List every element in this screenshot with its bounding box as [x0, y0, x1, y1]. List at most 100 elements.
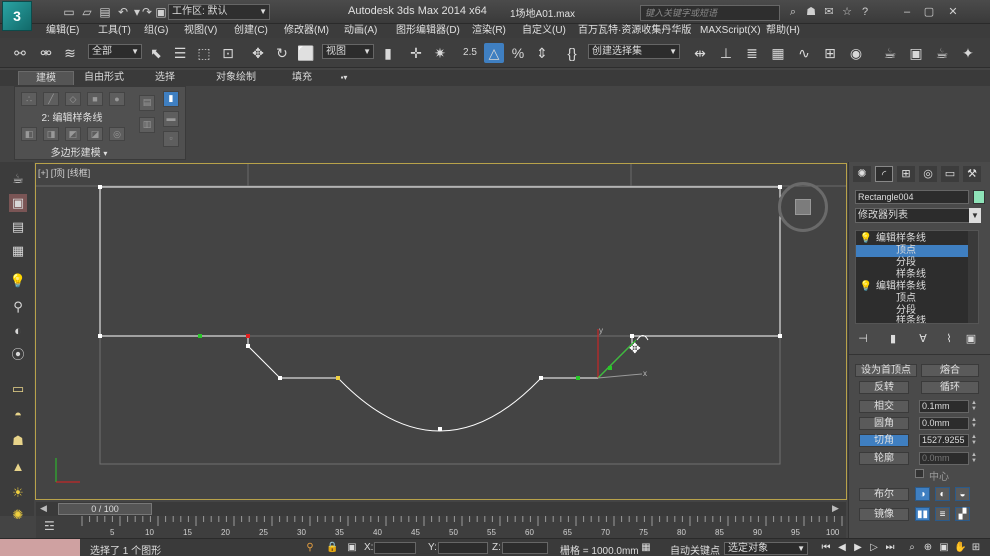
stack-item-vertex-2[interactable]: 顶点: [856, 293, 968, 305]
spinner-arrows-icon[interactable]: ▲ ▼: [970, 452, 978, 465]
boolean-subtract-icon[interactable]: ◐: [935, 487, 950, 501]
track-bar[interactable]: ☲ 5 10 15 20 25 30 35 40 45 50 55 60 65 …: [36, 516, 846, 538]
teapot-primitive-icon[interactable]: ☗: [9, 432, 27, 450]
ribbon-side-icon-2[interactable]: ▮: [163, 91, 179, 107]
binoculars-icon[interactable]: ⌕: [786, 5, 800, 19]
maximize-viewport-icon[interactable]: ⊞: [970, 541, 982, 555]
schematic-view-icon[interactable]: ⊞: [820, 43, 840, 63]
angle-snap-icon[interactable]: △: [484, 43, 504, 63]
align-icon[interactable]: ⊥: [716, 43, 736, 63]
outline-value[interactable]: 0.0mm: [919, 452, 969, 465]
motion-tab-icon[interactable]: ◎: [919, 166, 937, 182]
stack-item-vertex[interactable]: 顶点: [856, 245, 968, 257]
menu-edit[interactable]: 编辑(E): [46, 24, 79, 38]
open-file-icon[interactable]: ▱: [80, 5, 94, 19]
x-coordinate-field[interactable]: [374, 542, 416, 554]
menu-animation[interactable]: 动画(A): [344, 24, 377, 38]
stack-item-spline-2[interactable]: 样条线: [856, 315, 968, 323]
prev-frame-icon[interactable]: ◀: [40, 503, 47, 514]
ribbon-side-icon-4[interactable]: ▬: [163, 111, 179, 127]
hierarchy-tab-icon[interactable]: ⊞: [897, 166, 915, 182]
mirror-horizontal-icon[interactable]: ▮▮: [915, 507, 930, 521]
box-icon[interactable]: ▭: [9, 380, 27, 398]
video-camera-icon[interactable]: ⦿: [9, 346, 27, 364]
auto-key-label[interactable]: 自动关键点: [670, 542, 720, 556]
zoom-extents-icon[interactable]: ▣: [938, 541, 950, 555]
viewcube[interactable]: [778, 182, 828, 232]
render-setup-icon[interactable]: ☕: [880, 43, 900, 63]
absolute-mode-icon[interactable]: ▣: [346, 541, 358, 555]
boolean-button[interactable]: 布尔: [859, 488, 909, 501]
selection-filter-dropdown[interactable]: 全部 ▼: [88, 44, 142, 59]
render-iterative-icon[interactable]: ✦: [958, 43, 978, 63]
search-input[interactable]: 键入关键字或短语: [640, 5, 780, 21]
play-icon[interactable]: ▶: [852, 541, 864, 555]
vertex-handle[interactable]: [576, 376, 580, 380]
window-crossing-icon[interactable]: ⊡: [218, 43, 238, 63]
ring-icon[interactable]: ◪: [87, 127, 103, 141]
time-slider-handle[interactable]: 0 / 100: [58, 503, 152, 515]
utilities-tab-icon[interactable]: ⚒: [963, 166, 981, 182]
vertex-selected[interactable]: [246, 334, 250, 338]
container-icon[interactable]: ▦: [9, 242, 27, 260]
menu-plugin[interactable]: 百万瓦特·资源收集丹华版: [578, 24, 691, 38]
tab-modeling[interactable]: 建模: [18, 71, 74, 85]
rectangle-selection-icon[interactable]: ⬚: [194, 43, 214, 63]
maxscript-listener[interactable]: [0, 539, 80, 556]
tab-freeform[interactable]: 自由形式: [76, 71, 132, 85]
fillet-value[interactable]: 0.0mm: [919, 417, 969, 430]
vertex[interactable]: [246, 344, 250, 348]
spline-profile[interactable]: [100, 335, 780, 432]
vertex-handle[interactable]: [198, 334, 202, 338]
menu-rendering[interactable]: 渲染(R): [472, 24, 506, 38]
key-filter-dropdown[interactable]: 选定对象 ▼: [724, 542, 808, 555]
y-coordinate-field[interactable]: [438, 542, 488, 554]
teapot-icon[interactable]: ☕: [9, 170, 27, 188]
mirror-both-icon[interactable]: ▞: [955, 507, 970, 521]
fuse-button[interactable]: 熔合: [921, 364, 979, 377]
remove-modifier-icon[interactable]: ⌇: [941, 332, 957, 346]
redo-icon[interactable]: ↷: [140, 5, 154, 19]
menu-group[interactable]: 组(G): [144, 24, 168, 38]
keyboard-shortcut-icon[interactable]: ✷: [430, 43, 450, 63]
preserve-uvs-icon[interactable]: ◧: [21, 127, 37, 141]
shrink-icon[interactable]: ◨: [43, 127, 59, 141]
select-rotate-icon[interactable]: ↻: [272, 43, 292, 63]
cycle-button[interactable]: 循环: [921, 381, 979, 394]
menu-help[interactable]: 帮助(H): [766, 24, 800, 38]
stack-item-spline[interactable]: 样条线: [856, 269, 968, 281]
cone-icon[interactable]: ▲: [9, 458, 27, 476]
menu-maxscript[interactable]: MAXScript(X): [700, 24, 761, 38]
curve-editor-icon[interactable]: ∿: [794, 43, 814, 63]
sphere-icon[interactable]: ◓: [9, 406, 27, 424]
lightbulb-icon[interactable]: 💡: [856, 281, 876, 293]
object-name-field[interactable]: Rectangle004: [855, 190, 969, 204]
element-level-icon[interactable]: ●: [109, 92, 125, 106]
ribbon-footer[interactable]: 多边形建模 ▾: [14, 148, 144, 160]
menu-modifiers[interactable]: 修改器(M): [284, 24, 329, 38]
zoom-all-icon[interactable]: ⊕: [922, 541, 934, 555]
pan-icon[interactable]: ✋: [954, 541, 966, 555]
spinner-snap-icon[interactable]: ⇕: [532, 43, 552, 63]
vertex[interactable]: [98, 334, 102, 338]
undo-icon[interactable]: ↶: [116, 5, 130, 19]
previous-frame-icon[interactable]: ◀: [836, 541, 848, 555]
unlink-icon[interactable]: ⚮: [36, 43, 56, 63]
chevron-down-icon[interactable]: ▼: [969, 208, 981, 223]
z-coordinate-field[interactable]: [502, 542, 548, 554]
vertex[interactable]: [438, 427, 442, 431]
camera-icon[interactable]: ⚲: [9, 298, 27, 316]
communication-icon[interactable]: ✉: [822, 5, 836, 19]
spinner-arrows-icon[interactable]: ▲ ▼: [970, 434, 978, 447]
percent-snap-icon[interactable]: %: [508, 43, 528, 63]
stack-item-edit-spline[interactable]: 💡 编辑样条线: [856, 233, 968, 245]
rendered-frame-icon[interactable]: ▣: [906, 43, 926, 63]
vertex[interactable]: [539, 376, 543, 380]
subscription-icon[interactable]: ☗: [804, 5, 818, 19]
border-level-icon[interactable]: ◇: [65, 92, 81, 106]
cross-insert-value[interactable]: 0.1mm: [919, 400, 969, 413]
daylight-icon[interactable]: ✺: [9, 506, 27, 524]
layer-manager-icon[interactable]: ≣: [742, 43, 762, 63]
spline-outline-top[interactable]: [99, 186, 781, 336]
workspace-dropdown[interactable]: 工作区: 默认 ▼: [168, 4, 270, 20]
